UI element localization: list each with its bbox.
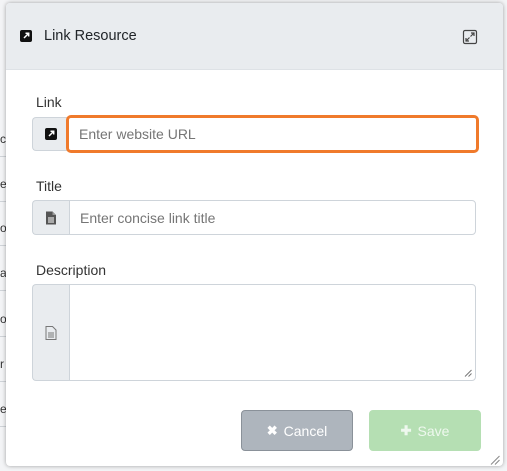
external-link-icon — [45, 128, 57, 140]
link-url-input[interactable] — [66, 115, 479, 153]
resize-grip-icon[interactable] — [464, 369, 472, 377]
link-label: Link — [36, 94, 62, 110]
cancel-button[interactable]: ✖ Cancel — [241, 410, 353, 451]
cancel-button-label: Cancel — [283, 422, 328, 439]
description-label: Description — [36, 262, 107, 278]
link-resource-dialog: Link Resource Link Title Description — [6, 3, 503, 466]
title-addon — [32, 200, 69, 235]
dialog-title: Link Resource — [44, 28, 137, 44]
description-addon — [32, 284, 69, 381]
dialog-resize-grip-icon[interactable] — [490, 455, 500, 465]
dialog-header: Link Resource — [6, 3, 503, 70]
plus-icon: ✚ — [400, 422, 412, 438]
document-icon — [45, 325, 57, 340]
title-label: Title — [36, 178, 62, 194]
link-addon — [32, 117, 69, 151]
link-title-input[interactable] — [69, 200, 476, 235]
description-textarea[interactable] — [69, 284, 476, 381]
save-button-label: Save — [417, 422, 450, 439]
document-icon — [46, 211, 56, 224]
external-link-icon — [20, 30, 32, 42]
close-icon: ✖ — [266, 422, 278, 438]
expand-icon[interactable] — [462, 29, 478, 45]
save-button[interactable]: ✚ Save — [369, 410, 481, 451]
